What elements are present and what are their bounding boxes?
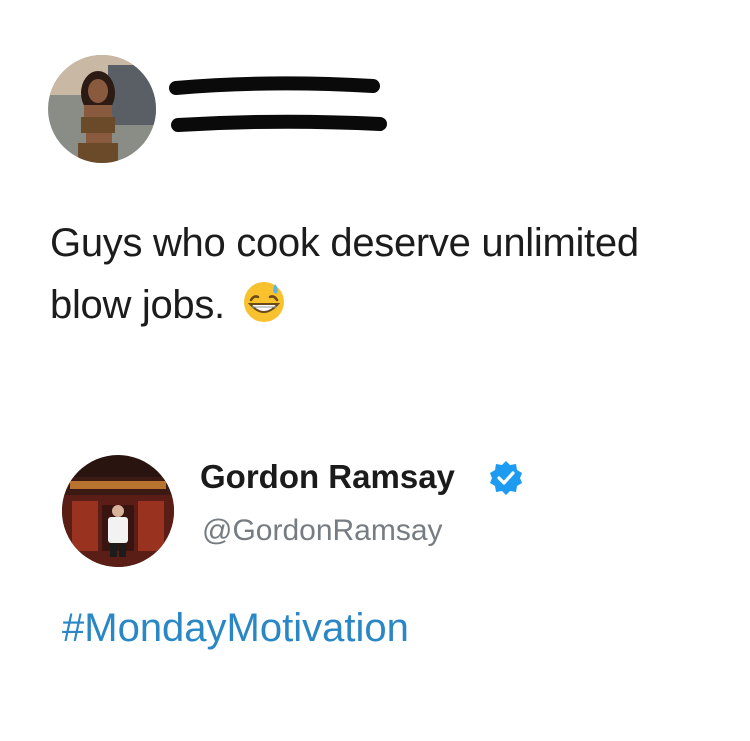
redacted-name-bar xyxy=(169,76,387,132)
grinning-face-with-sweat-icon xyxy=(242,280,286,342)
verified-badge-icon xyxy=(490,461,522,495)
tweet-text-line1: Guys who cook deserve unlimited xyxy=(50,221,639,265)
user-avatar-icon xyxy=(48,55,156,163)
first-tweet-text: Guys who cook deserve unlimited blow job… xyxy=(50,212,730,342)
hashtag-link[interactable]: #MondayMotivation xyxy=(62,606,409,651)
restaurant-avatar-icon xyxy=(62,455,174,567)
display-name[interactable]: Gordon Ramsay xyxy=(200,458,455,496)
first-tweet-avatar[interactable] xyxy=(48,55,156,163)
tweet-text-line2: blow jobs. xyxy=(50,283,225,327)
reply-tweet-avatar[interactable] xyxy=(62,455,174,567)
handle[interactable]: @GordonRamsay xyxy=(202,514,443,548)
